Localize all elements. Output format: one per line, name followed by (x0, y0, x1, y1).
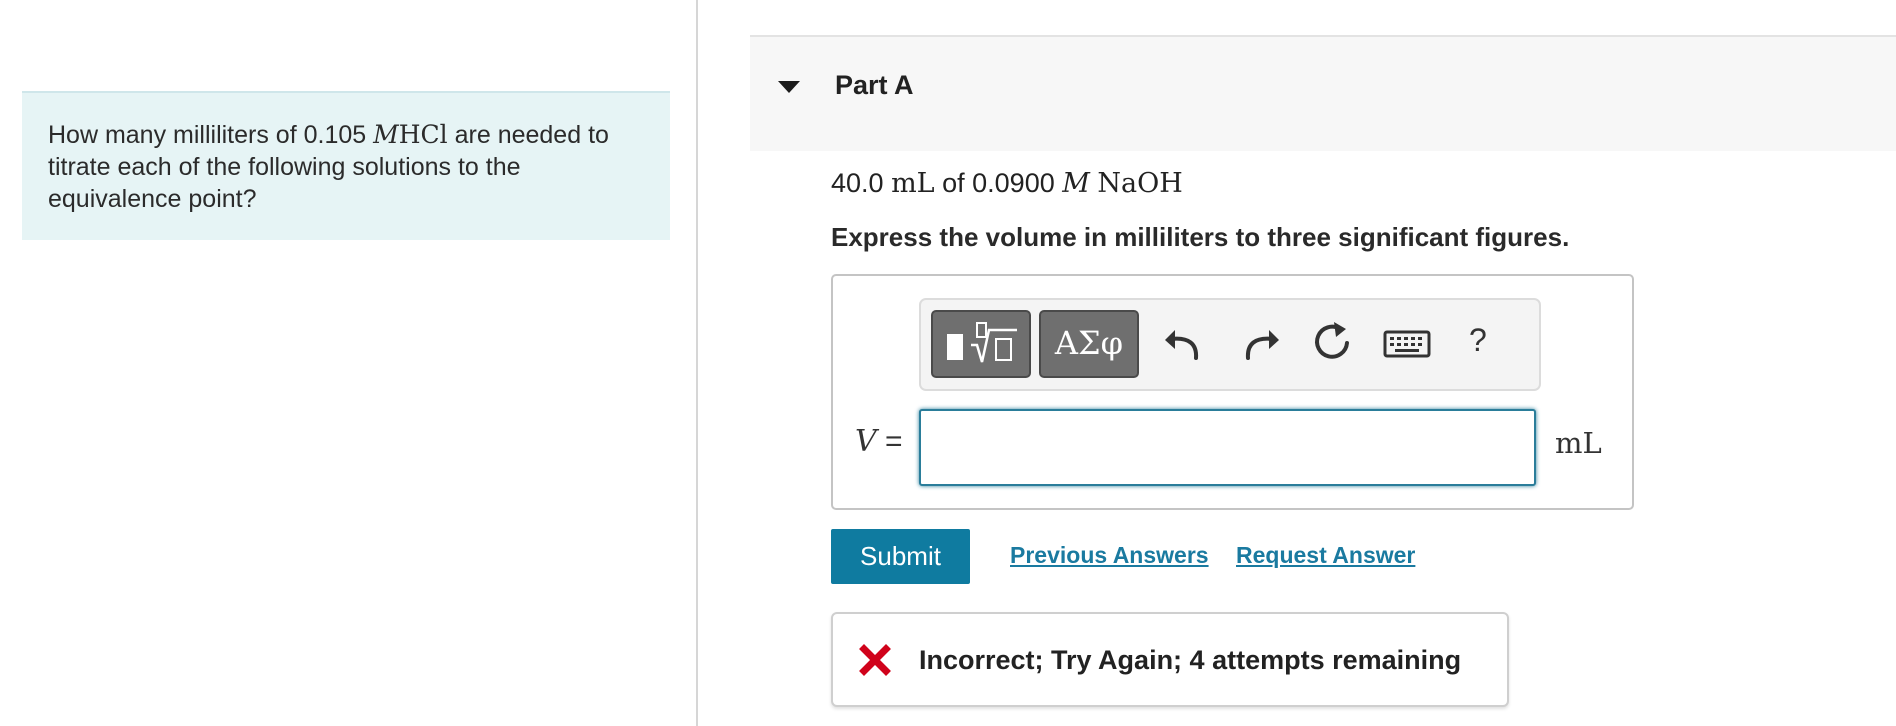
help-button[interactable]: ? (1469, 322, 1487, 359)
feedback-message: Incorrect; Try Again; 4 attempts remaini… (919, 645, 1462, 675)
problem-statement: How many milliliters of 0.105 MHCl are n… (22, 91, 670, 240)
answer-panel: ΑΣφ ? V = mL (831, 274, 1634, 510)
answer-input[interactable] (919, 409, 1536, 486)
keyboard-icon[interactable] (1379, 318, 1435, 368)
symbols-button[interactable]: ΑΣφ (1039, 310, 1139, 378)
reset-icon[interactable] (1307, 318, 1357, 368)
column-divider (696, 0, 698, 726)
answer-unit: mL (1555, 426, 1602, 460)
answer-equals: = (876, 425, 903, 458)
request-answer-link[interactable]: Request Answer (1236, 542, 1415, 569)
templates-button[interactable] (931, 310, 1031, 378)
part-header[interactable]: Part A (750, 35, 1896, 151)
molarity-symbol: M (373, 120, 399, 149)
math-toolbar: ΑΣφ ? (919, 298, 1541, 391)
feedback-box: Incorrect; Try Again; 4 attempts remaini… (831, 612, 1509, 707)
question-of: of 0.0900 (934, 168, 1063, 198)
question-formula: NaOH (1097, 168, 1183, 199)
question-molarity-symbol: M (1062, 168, 1090, 199)
x-icon (859, 644, 891, 676)
templates-icon (947, 322, 1017, 363)
answer-variable-label: V = (855, 424, 903, 459)
question-volume: 40.0 (831, 168, 884, 198)
question-text: 40.0 mL of 0.0900 M NaOH (831, 168, 1183, 199)
answer-variable: V (855, 424, 877, 459)
problem-text-before: How many milliliters of 0.105 (48, 121, 374, 149)
submit-button[interactable]: Submit (831, 529, 970, 584)
problem-formula: HCl (398, 120, 448, 149)
instruction-text: Express the volume in milliliters to thr… (831, 222, 1570, 252)
redo-icon[interactable] (1235, 318, 1285, 368)
previous-answers-link[interactable]: Previous Answers (1010, 542, 1209, 569)
part-title: Part A (835, 70, 914, 100)
collapse-caret-icon[interactable] (778, 81, 800, 93)
question-unit: mL (891, 168, 935, 199)
undo-icon[interactable] (1159, 318, 1209, 368)
